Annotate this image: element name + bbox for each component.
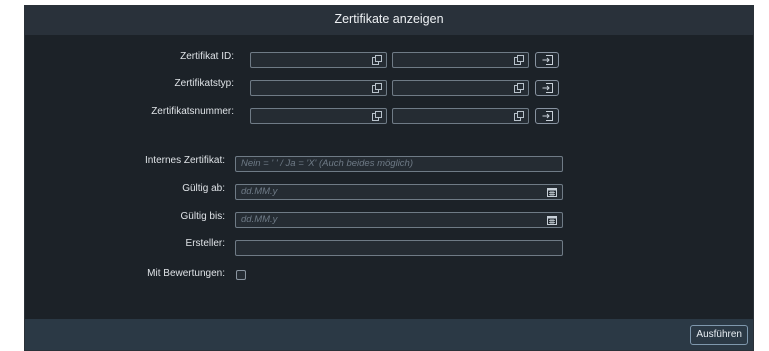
multiple-selection-icon [542, 111, 553, 121]
multiple-selection-icon [542, 83, 553, 93]
certificate-number-to-input[interactable] [392, 108, 529, 124]
internal-certificate-label: Internes Zertifikat: [144, 155, 225, 166]
certificate-id-to-input[interactable] [392, 52, 529, 68]
certificate-type-label: Zertifikatstyp: [174, 78, 234, 89]
valid-to-date-input[interactable]: dd.MM.y [235, 212, 563, 228]
with-ratings-label: Mit Bewertungen: [147, 268, 225, 279]
certificate-number-from-input[interactable] [250, 108, 387, 124]
certificate-id-from-input[interactable] [250, 52, 387, 68]
certificate-number-multiple-selection-button[interactable] [535, 108, 559, 124]
certificate-type-multiple-selection-button[interactable] [535, 80, 559, 96]
execute-button[interactable]: Ausführen [690, 325, 748, 345]
certificate-number-label: Zertifikatsnummer: [151, 106, 234, 117]
dialog: Zertifikate anzeigen Zertifikat ID: Zert… [24, 5, 754, 351]
dialog-title: Zertifikate anzeigen [25, 6, 753, 35]
valid-from-placeholder: dd.MM.y [241, 186, 278, 197]
multiple-selection-icon [542, 55, 553, 65]
valid-to-label: Gültig bis: [180, 211, 225, 222]
calendar-icon[interactable] [547, 215, 557, 225]
certificate-id-multiple-selection-button[interactable] [535, 52, 559, 68]
valid-from-date-input[interactable]: dd.MM.y [235, 184, 563, 200]
valid-from-label: Gültig ab: [182, 183, 225, 194]
certificate-id-label: Zertifikat ID: [180, 51, 234, 62]
dialog-footer: Ausführen [25, 319, 753, 350]
value-help-icon[interactable] [372, 83, 382, 93]
creator-label: Ersteller: [185, 238, 225, 249]
value-help-icon[interactable] [372, 55, 382, 65]
calendar-icon[interactable] [547, 187, 557, 197]
certificate-type-from-input[interactable] [250, 80, 387, 96]
creator-input[interactable] [235, 240, 563, 256]
internal-certificate-placeholder: Nein = ' ' / Ja = 'X' (Auch beides mögli… [241, 158, 414, 169]
value-help-icon[interactable] [514, 111, 524, 121]
internal-certificate-input[interactable]: Nein = ' ' / Ja = 'X' (Auch beides mögli… [235, 156, 563, 172]
valid-to-placeholder: dd.MM.y [241, 214, 278, 225]
value-help-icon[interactable] [372, 111, 382, 121]
value-help-icon[interactable] [514, 55, 524, 65]
with-ratings-checkbox[interactable] [236, 270, 246, 280]
certificate-type-to-input[interactable] [392, 80, 529, 96]
value-help-icon[interactable] [514, 83, 524, 93]
